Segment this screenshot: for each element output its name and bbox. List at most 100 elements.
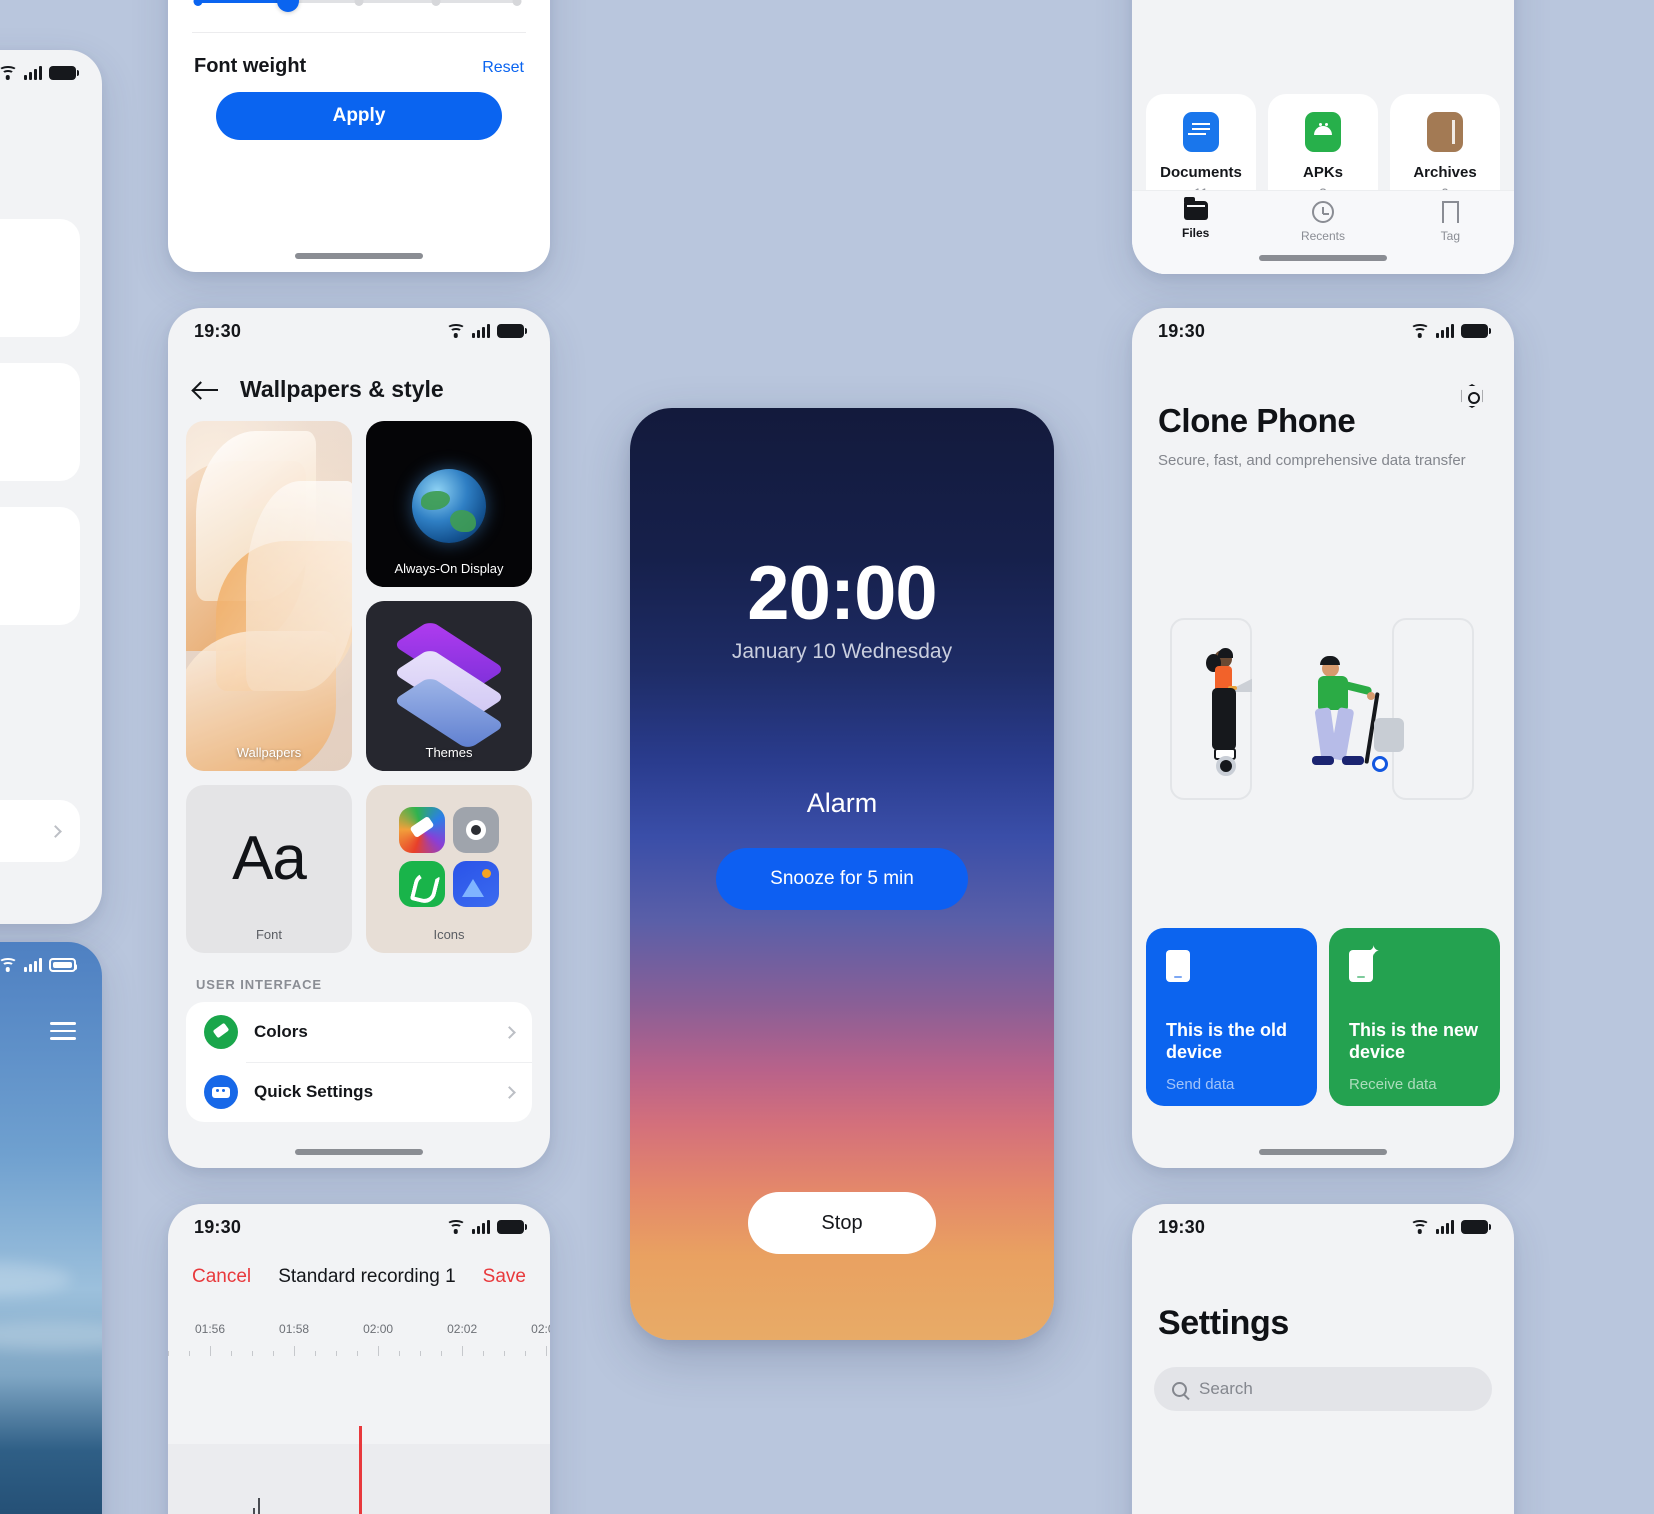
battery-icon [497,324,527,338]
device-card-subtitle: Send data [1166,1076,1235,1093]
wifi-icon [0,958,17,972]
nav-bar: Wallpapers & style [168,354,550,421]
wifi-icon [1410,324,1429,338]
home-indicator [295,253,423,259]
list-item-label: Colors [254,1022,308,1041]
timeline-ruler[interactable]: 01:56 01:58 02:00 02:02 02:04 [168,1322,550,1366]
tile-always-on-display[interactable]: Always-On Display [366,421,532,587]
page-title: Clone Phone [1158,402,1356,439]
privacy-bottom-row[interactable] [0,800,80,862]
font-weight-label: Font weight [194,55,307,77]
search-box[interactable]: Search [1154,1367,1492,1411]
save-button[interactable]: Save [483,1266,526,1288]
slider-tick[interactable] [512,0,522,6]
tiles-right-column-2: Icons [366,785,532,953]
tab-tag[interactable]: Tag [1387,201,1514,243]
search-placeholder: Search [1199,1379,1253,1398]
wifi-icon [0,66,17,80]
alarm-screen-panel: 20:00 January 10 Wednesday Alarm Snooze … [630,408,1054,1340]
battery-icon [49,66,79,80]
old-device-card[interactable]: This is the old device Send data [1146,928,1317,1106]
settings-gear-button[interactable] [1460,384,1486,410]
list-item-colors[interactable]: Colors [186,1002,532,1062]
slider-tick[interactable] [431,0,441,6]
status-time: 19:30 [1158,320,1206,341]
settings-panel: 19:30 Settings Search [1132,1204,1514,1514]
timeline-label: 02:04 [531,1322,550,1336]
signal-icon [1436,324,1454,338]
waveform-bar [253,1508,255,1514]
tile-icons[interactable]: Icons [366,785,532,953]
timeline-label: 01:58 [279,1322,310,1336]
timeline-ticks [168,1344,550,1356]
files-panel: Documents 11 APKs 3 Archives 0 Sources D… [1132,0,1514,274]
signal-icon [472,1220,490,1234]
photos-app-icon [453,861,499,907]
tile-wallpapers[interactable]: Wallpapers [186,421,352,771]
tab-label: Recents [1300,229,1345,243]
tiles-left-column: Wallpapers [186,421,352,771]
device-card-title: This is the new device [1349,1020,1479,1062]
slider-tick[interactable] [354,0,364,6]
tab-recents[interactable]: Recents [1259,201,1386,243]
page-title: Wallpapers & style [240,376,444,402]
apply-button[interactable]: Apply [216,92,502,140]
new-device-card[interactable]: ✦ This is the new device Receive data [1329,928,1500,1106]
playhead-indicator[interactable] [359,1426,362,1514]
list-item-quick-settings[interactable]: Quick Settings [186,1062,532,1122]
clock-icon [1311,201,1334,223]
alarm-time: 20:00 [747,551,937,636]
status-icons [1410,1220,1491,1234]
tile-caption: Icons [433,927,465,942]
status-icons [0,66,79,80]
recording-panel: 19:30 Cancel Standard recording 1 Save 0… [168,1204,550,1514]
recording-nav-bar: Cancel Standard recording 1 Save [168,1250,550,1288]
status-icons [0,958,77,972]
tile-caption: Always-On Display [394,561,504,576]
quick-settings-icon [204,1075,238,1109]
menu-icon[interactable] [50,1022,76,1040]
slider-knob[interactable] [277,0,300,12]
reset-link[interactable]: Reset [482,59,524,77]
theme-app-icon [399,807,445,853]
privacy-card[interactable]: afe [0,363,80,481]
tiles-left-column-2: Aa Font [186,785,352,953]
signal-icon [24,958,42,972]
list-item-label: Quick Settings [254,1082,374,1101]
chevron-right-icon [503,1025,516,1039]
phone-app-icon [399,861,445,907]
timeline-label: 01:56 [195,1322,226,1336]
privacy-card[interactable] [0,219,80,337]
status-bar: 19:30 [0,50,102,96]
privacy-card[interactable]: n [0,507,80,625]
cancel-button[interactable]: Cancel [192,1266,251,1288]
snooze-button[interactable]: Snooze for 5 min [716,848,968,910]
page-title: Settings [1158,1304,1289,1342]
tab-files[interactable]: Files [1132,197,1259,240]
stop-button[interactable]: Stop [748,1192,936,1254]
font-size-slider[interactable] [193,0,522,12]
colors-icon [204,1015,238,1049]
tile-themes[interactable]: Themes [366,601,532,771]
privacy-title: acy [0,96,102,182]
battery-icon [49,958,77,972]
clone-phone-panel: 19:30 Clone Phone Secure, fast, and comp… [1132,308,1514,1168]
phone-sparkle-icon: ✦ [1349,944,1380,982]
signal-icon [24,66,42,80]
tile-font[interactable]: Aa Font [186,785,352,953]
status-time: 19:30 [1158,1216,1206,1237]
slider-tick[interactable] [193,0,203,6]
status-bar: 19:30 [1132,1204,1514,1250]
waveform-bar [258,1498,260,1514]
gear-icon [1461,384,1483,408]
wifi-icon [446,1220,465,1234]
category-label: APKs [1302,164,1343,181]
transfer-illustration [1132,608,1514,808]
back-arrow-icon[interactable] [194,381,220,399]
battery-icon [1461,324,1491,338]
archive-icon [1427,112,1463,152]
user-interface-list: Colors Quick Settings [186,1002,532,1122]
battery-icon [1461,1220,1491,1234]
status-bar: 19:30 [168,308,550,354]
tab-label: Files [1181,226,1210,240]
